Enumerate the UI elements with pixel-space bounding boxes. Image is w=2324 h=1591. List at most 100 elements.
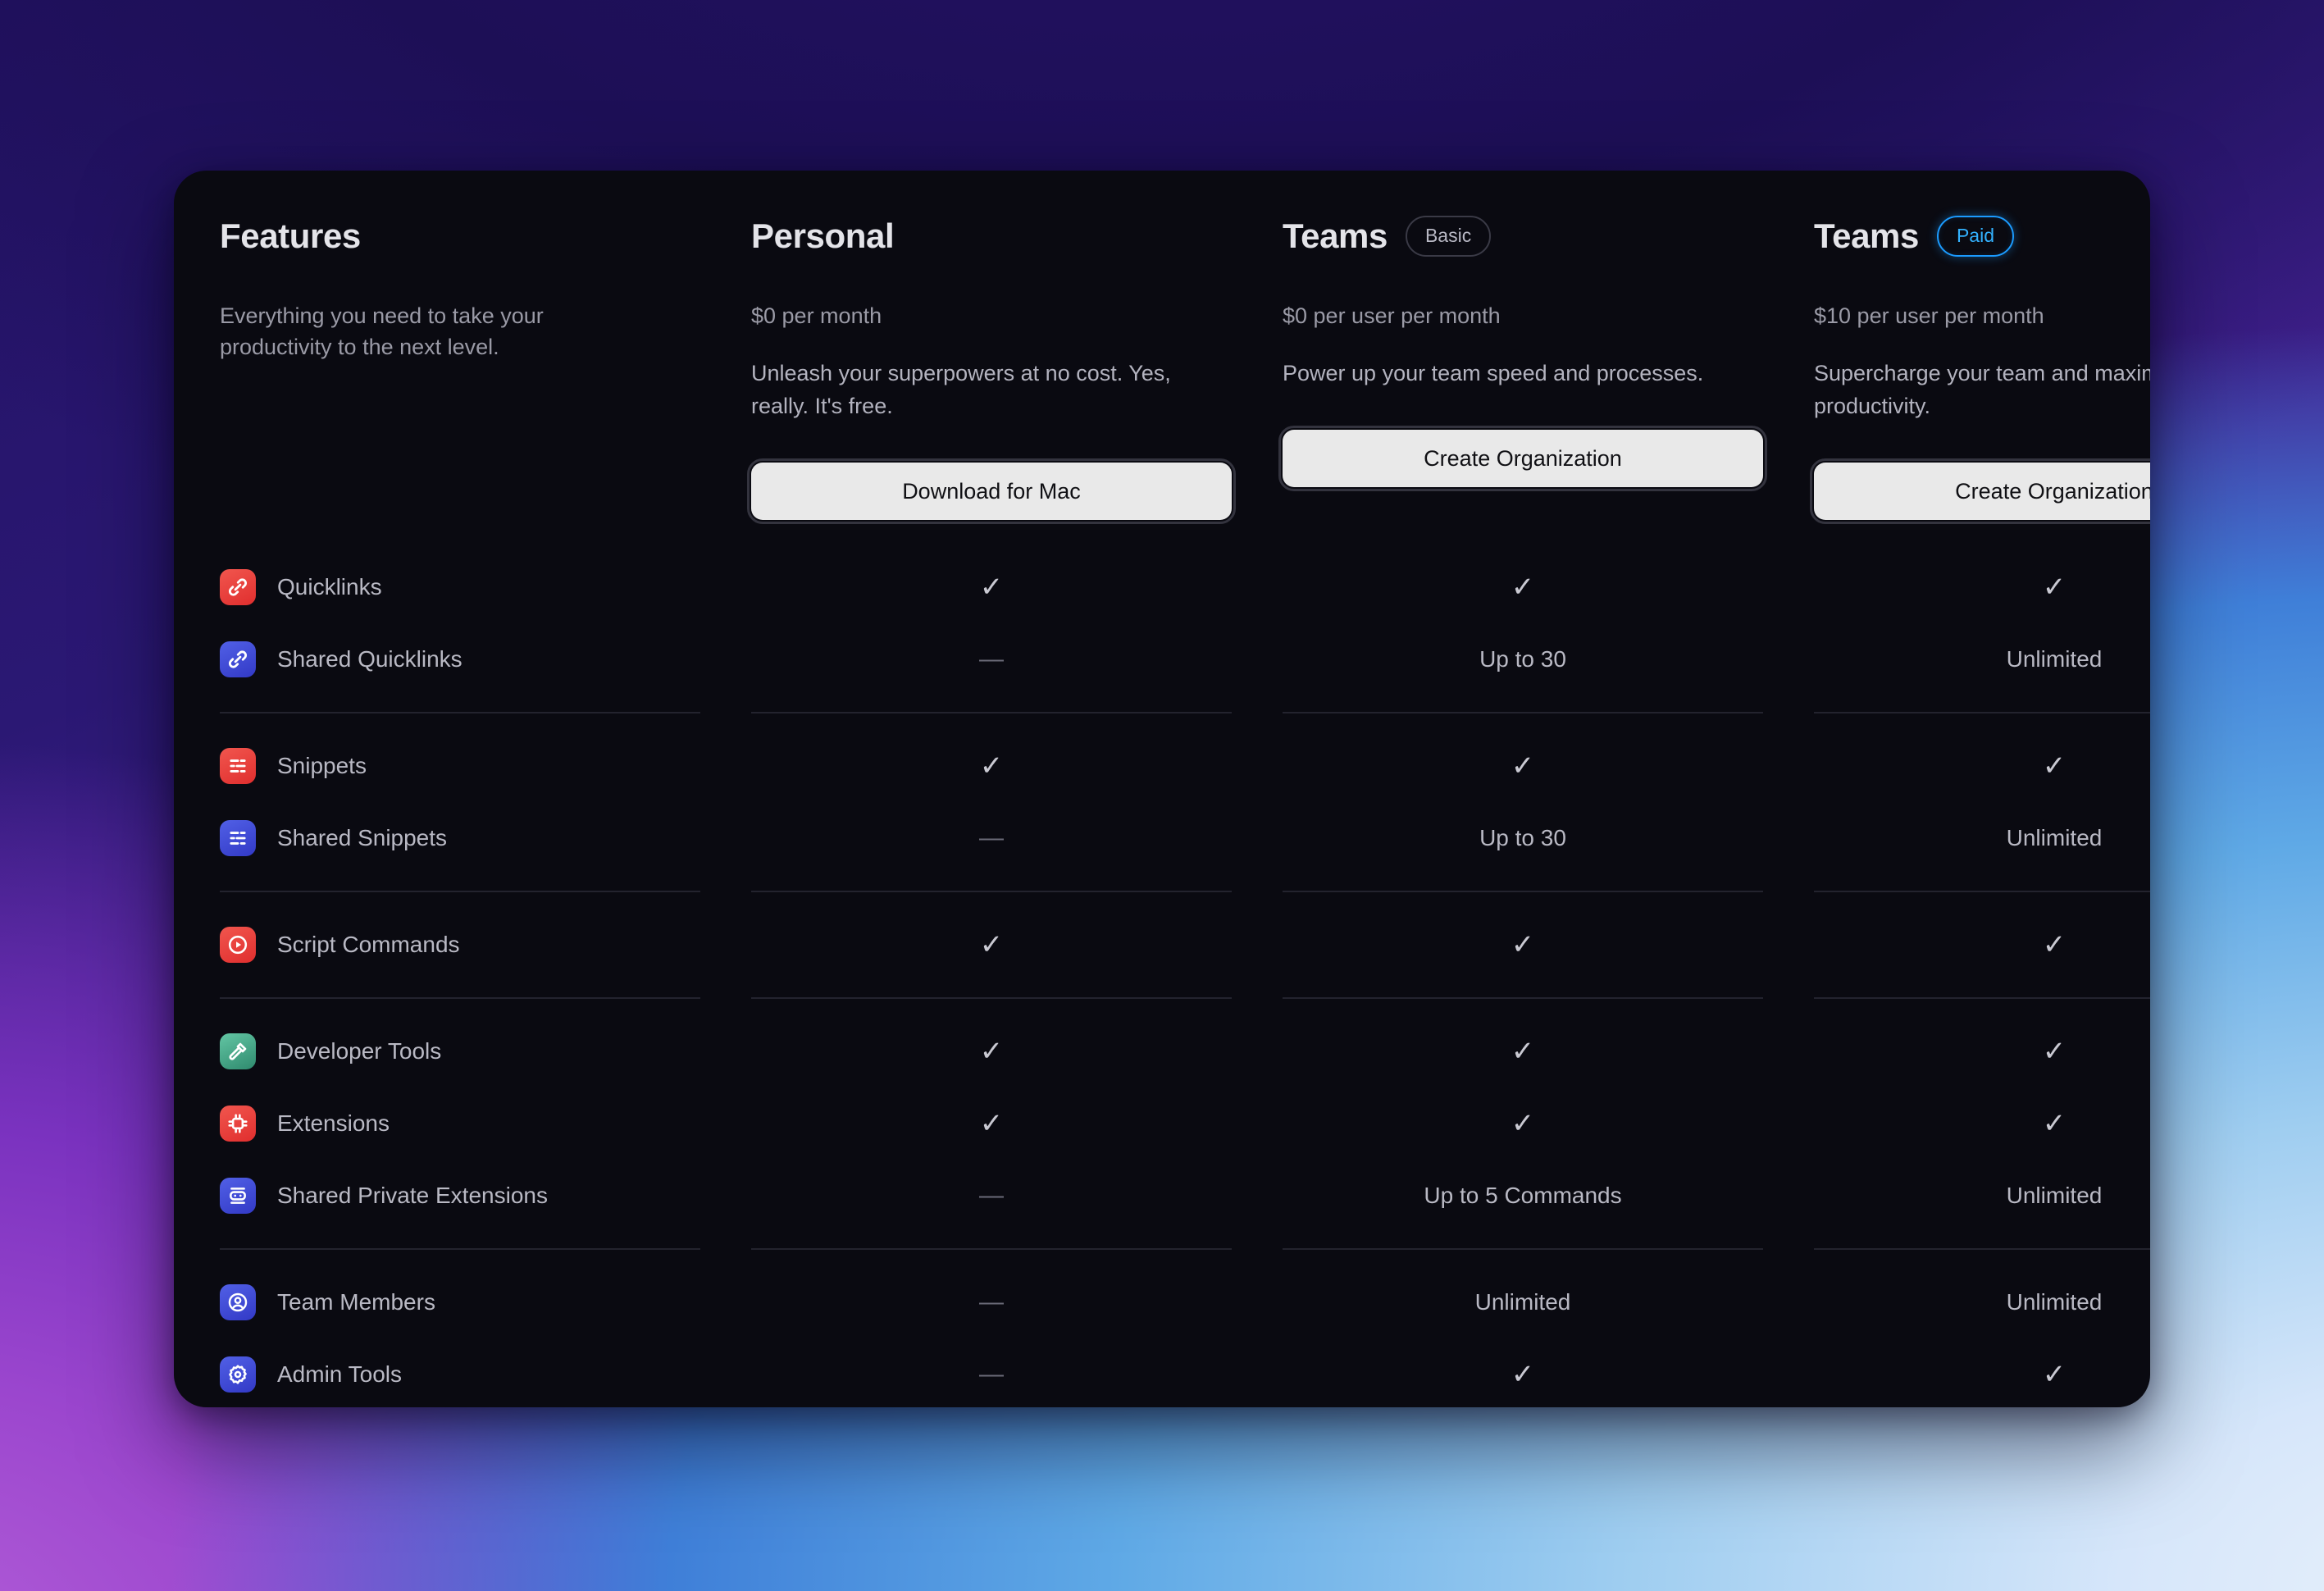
divider-segment xyxy=(1283,712,1763,714)
cell-teams-basic: ✓ xyxy=(1511,572,1535,604)
page-title: Features xyxy=(220,217,361,255)
cell-personal: ✓ xyxy=(979,1108,1004,1140)
person-circle-icon xyxy=(220,1284,256,1321)
cell-personal: — xyxy=(979,1182,1004,1210)
cell-personal: ✓ xyxy=(979,750,1004,782)
feature-group: Team Members — Unlimited Unlimited Admin Too… xyxy=(220,1266,2104,1407)
column-teams-paid: Teams Paid $10 per user per month Superc… xyxy=(1810,208,2150,525)
cell-teams-basic: Up to 30 xyxy=(1479,825,1566,851)
cell-teams-paid: ✓ xyxy=(2042,1108,2067,1140)
divider-segment xyxy=(220,997,700,1000)
features-subtitle: Everything you need to take your product… xyxy=(220,303,544,360)
status-badge-paid: Paid xyxy=(1936,216,2015,257)
pricing-comparison-card: Features Everything you need to take you… xyxy=(174,171,2150,1407)
feature-group: Quicklinks ✓ ✓ ✓ Shared Quicklinks — Up to 30 U… xyxy=(220,551,2104,695)
group-divider xyxy=(220,1232,2150,1266)
feature-group: Developer Tools ✓ ✓ ✓ Extensions ✓ ✓ ✓ Shared Pr… xyxy=(220,1015,2104,1232)
cell-teams-paid: Unlimited xyxy=(2006,1183,2103,1209)
link-icon xyxy=(220,641,256,678)
cell-personal: — xyxy=(979,1361,1004,1388)
features-title-line: Features xyxy=(220,213,700,259)
cell-teams-basic: ✓ xyxy=(1511,1359,1535,1391)
teams-basic-title-line: Teams Basic xyxy=(1283,213,1763,259)
personal-description: Unleash your superpowers at no cost. Yes… xyxy=(751,361,1171,419)
column-teams-basic: Teams Basic $0 per user per month Power … xyxy=(1278,208,1767,520)
group-divider xyxy=(220,981,2150,1015)
feature-label: Quicklinks xyxy=(277,574,382,600)
divider-segment xyxy=(220,891,700,893)
cell-personal: ✓ xyxy=(979,929,1004,961)
cell-teams-paid: ✓ xyxy=(2042,750,2067,782)
cell-teams-paid: ✓ xyxy=(2042,572,2067,604)
table-row: Script Commands ✓ ✓ ✓ xyxy=(220,909,2104,981)
personal-price: $0 per month xyxy=(751,303,882,328)
divider-segment xyxy=(1283,1248,1763,1251)
group-divider xyxy=(220,874,2150,909)
feature-label: Extensions xyxy=(277,1110,390,1137)
feature-name-cell: Script Commands xyxy=(220,927,700,964)
cell-personal: — xyxy=(979,645,1004,673)
table-row: Developer Tools ✓ ✓ ✓ xyxy=(220,1015,2104,1087)
cell-teams-basic: Up to 30 xyxy=(1479,646,1566,672)
feature-name-cell: Admin Tools xyxy=(220,1356,700,1393)
link-icon xyxy=(220,569,256,606)
teams-basic-description: Power up your team speed and processes. xyxy=(1283,361,1704,386)
feature-label: Admin Tools xyxy=(277,1361,403,1388)
feature-label: Team Members xyxy=(277,1289,435,1315)
hammer-icon xyxy=(220,1033,256,1070)
column-personal: Personal $0 per month Unleash your super… xyxy=(747,208,1236,525)
feature-name-cell: Developer Tools xyxy=(220,1033,700,1070)
cell-personal: — xyxy=(979,824,1004,852)
cell-teams-basic: ✓ xyxy=(1511,929,1535,961)
teams-basic-price: $0 per user per month xyxy=(1283,303,1501,328)
feature-name-cell: Shared Private Extensions xyxy=(220,1178,700,1215)
feature-label: Shared Snippets xyxy=(277,825,448,851)
group-divider xyxy=(220,695,2150,730)
divider-segment xyxy=(220,712,700,714)
teams-paid-price: $10 per user per month xyxy=(1814,303,2044,328)
cell-teams-basic: Unlimited xyxy=(1474,1289,1571,1315)
feature-label: Script Commands xyxy=(277,932,460,958)
robot-icon xyxy=(220,1178,256,1215)
cell-teams-basic: ✓ xyxy=(1511,1036,1535,1068)
feature-comparison-table: Quicklinks ✓ ✓ ✓ Shared Quicklinks — Up to 30 U… xyxy=(220,551,2150,1407)
teams-paid-title-line: Teams Paid xyxy=(1814,213,2150,259)
divider-segment xyxy=(1814,1248,2150,1251)
status-badge-basic: Basic xyxy=(1405,216,1492,257)
teams-paid-title: Teams xyxy=(1814,217,1919,255)
personal-title: Personal xyxy=(751,217,895,255)
table-row: Team Members — Unlimited Unlimited xyxy=(220,1266,2104,1338)
cell-teams-paid: ✓ xyxy=(2042,1359,2067,1391)
feature-label: Developer Tools xyxy=(277,1038,442,1064)
snippet-icon xyxy=(220,748,256,785)
divider-segment xyxy=(1814,997,2150,1000)
feature-label: Shared Quicklinks xyxy=(277,646,463,672)
feature-name-cell: Shared Quicklinks xyxy=(220,641,700,678)
table-row: Shared Private Extensions — Up to 5 Comman… xyxy=(220,1160,2104,1232)
create-organization-basic-button[interactable]: Create Organization xyxy=(1278,426,1767,492)
download-for-mac-button[interactable]: Download for Mac xyxy=(747,458,1236,525)
cell-teams-paid: ✓ xyxy=(2042,929,2067,961)
cell-teams-paid: Unlimited xyxy=(2006,1289,2103,1315)
cell-teams-basic: ✓ xyxy=(1511,750,1535,782)
gear-icon xyxy=(220,1356,256,1393)
divider-segment xyxy=(1283,997,1763,1000)
column-features: Features Everything you need to take you… xyxy=(220,208,700,520)
table-row: Admin Tools — ✓ ✓ xyxy=(220,1338,2104,1407)
feature-group: Snippets ✓ ✓ ✓ Shared Snippets — Up to 30 Unlim… xyxy=(220,730,2104,874)
feature-name-cell: Quicklinks xyxy=(220,569,700,606)
personal-title-line: Personal xyxy=(751,213,1232,259)
teams-basic-title: Teams xyxy=(1283,217,1388,255)
snippet-icon xyxy=(220,820,256,857)
divider-segment xyxy=(220,1248,700,1251)
cell-teams-paid: ✓ xyxy=(2042,1036,2067,1068)
pricing-header-row: Features Everything you need to take you… xyxy=(220,208,2150,525)
create-organization-paid-button[interactable]: Create Organization xyxy=(1810,458,2150,525)
cell-teams-basic: Up to 5 Commands xyxy=(1424,1183,1622,1209)
chip-icon xyxy=(220,1105,256,1142)
table-row: Quicklinks ✓ ✓ ✓ xyxy=(220,551,2104,623)
table-row: Shared Snippets — Up to 30 Unlimited xyxy=(220,802,2104,874)
feature-label: Shared Private Extensions xyxy=(277,1183,548,1209)
divider-segment xyxy=(1814,891,2150,893)
feature-name-cell: Snippets xyxy=(220,748,700,785)
